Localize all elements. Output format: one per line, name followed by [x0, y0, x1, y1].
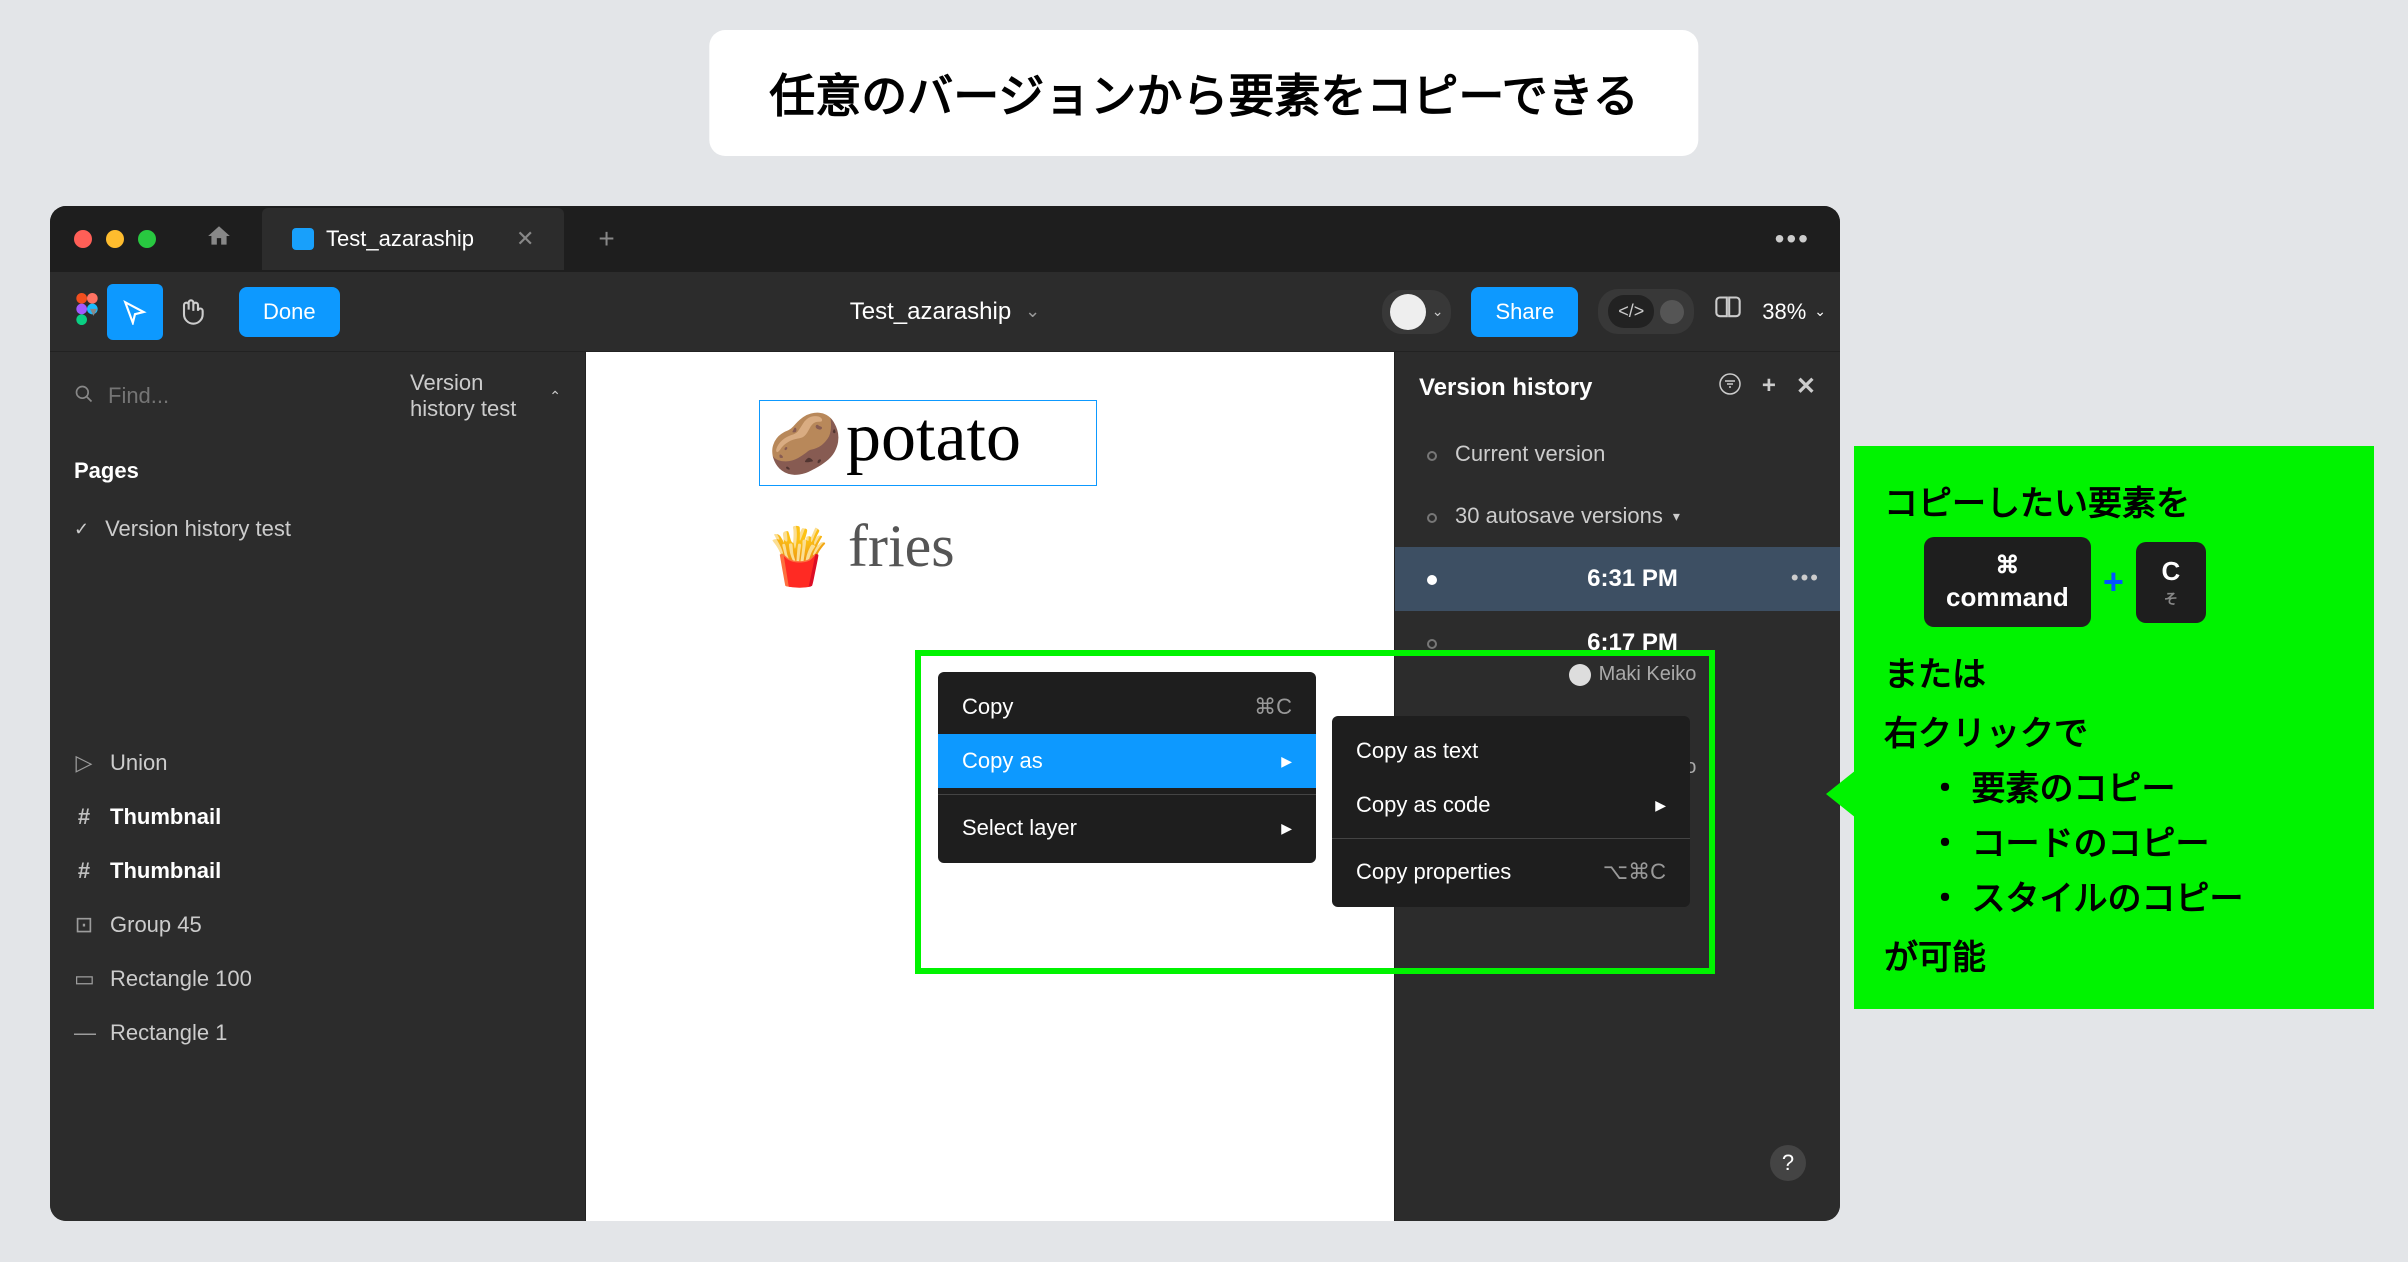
layer-item[interactable]: ▷Union — [50, 736, 585, 790]
chevron-down-icon: ▾ — [1673, 508, 1680, 525]
document-tab[interactable]: Test_azaraship ✕ — [262, 208, 564, 270]
home-button[interactable] — [186, 211, 252, 268]
fries-text: fries — [848, 512, 955, 581]
new-tab-button[interactable]: + — [584, 223, 628, 255]
fries-emoji: 🍟 — [764, 524, 834, 590]
document-icon — [292, 228, 314, 250]
plus-icon: + — [2103, 561, 2124, 603]
chevron-down-icon: ⌄ — [1432, 303, 1444, 320]
more-icon[interactable]: ••• — [1791, 565, 1820, 591]
move-tool[interactable] — [107, 284, 163, 340]
panel-title: Version history — [1419, 374, 1592, 402]
layer-item[interactable]: #Thumbnail — [50, 844, 585, 898]
menu-item[interactable]: Copy as▶ — [938, 734, 1316, 788]
menu-item[interactable]: Select layer▶ — [938, 801, 1316, 855]
zoom-menu[interactable]: 38% ⌄ — [1762, 299, 1826, 325]
page-selector[interactable]: Version history test ⌃ — [410, 370, 561, 422]
document-title[interactable]: Test_azaraship ⌄ — [850, 298, 1041, 326]
menu-item[interactable]: Copy as code▶ — [1332, 778, 1690, 832]
share-button[interactable]: Share — [1471, 287, 1578, 337]
tab-label: Test_azaraship — [326, 226, 474, 252]
menu-item[interactable]: Copy⌘C — [938, 680, 1316, 734]
pages-label: Pages — [50, 440, 585, 502]
toolbar: ▾ Done Test_azaraship ⌄ ⌄ Share </> — [50, 272, 1840, 352]
layer-item[interactable]: ▭Rectangle 100 — [50, 952, 585, 1006]
dev-mode-toggle[interactable]: </> — [1598, 289, 1694, 334]
copy-as-submenu: Copy as textCopy as code▶ Copy properties… — [1332, 716, 1690, 907]
title-callout: 任意のバージョンから要素をコピーできる — [709, 30, 1698, 156]
search-icon — [74, 384, 94, 409]
toggle-off-icon — [1660, 300, 1684, 324]
chevron-down-icon: ⌄ — [1814, 303, 1826, 320]
chevron-up-icon: ⌃ — [549, 388, 561, 405]
code-icon: </> — [1608, 295, 1654, 328]
layer-type-icon: ▷ — [74, 750, 94, 776]
layer-item[interactable]: #Thumbnail — [50, 790, 585, 844]
chevron-down-icon: ⌄ — [1025, 301, 1040, 322]
layer-item[interactable]: ⊡Group 45 — [50, 898, 585, 952]
version-item[interactable]: 6:31 PM••• — [1395, 547, 1840, 611]
context-menu: Copy⌘CCopy as▶ Select layer▶ — [938, 672, 1316, 863]
avatar — [1569, 664, 1591, 686]
potato-emoji: 🥔 — [768, 408, 843, 479]
traffic-lights — [60, 230, 156, 248]
filter-icon[interactable] — [1718, 372, 1742, 403]
maximize-window-icon[interactable] — [138, 230, 156, 248]
version-dot-icon — [1427, 639, 1437, 649]
close-icon[interactable]: ✕ — [1796, 372, 1816, 403]
layer-type-icon: ⊡ — [74, 912, 94, 938]
version-dot-icon — [1427, 575, 1437, 585]
menu-item[interactable]: Copy properties⌥⌘C — [1332, 845, 1690, 899]
left-panel: Version history test ⌃ Pages ✓ Version h… — [50, 352, 586, 1221]
version-item[interactable]: Current version — [1395, 423, 1840, 485]
title-bar: Test_azaraship ✕ + ••• — [50, 206, 1840, 272]
avatar — [1390, 294, 1426, 330]
annotation-callout: コピーしたい要素を ⌘ command + C そ または 右クリックで ・ 要… — [1854, 446, 2374, 1009]
done-button[interactable]: Done — [239, 287, 340, 337]
version-item[interactable]: 6:17 PMMaki Keiko — [1395, 611, 1840, 704]
menu-item[interactable]: Copy as text — [1332, 724, 1690, 778]
command-key: ⌘ command — [1924, 537, 2091, 627]
chevron-right-icon: ▶ — [1281, 753, 1292, 770]
add-icon[interactable]: + — [1762, 372, 1776, 403]
page-item[interactable]: ✓ Version history test — [50, 502, 585, 556]
version-dot-icon — [1427, 513, 1437, 523]
potato-text: potato — [846, 398, 1021, 478]
search-input[interactable] — [108, 383, 396, 409]
library-icon[interactable] — [1714, 294, 1742, 329]
layer-item[interactable]: —Rectangle 1 — [50, 1006, 585, 1060]
check-icon: ✓ — [74, 519, 89, 540]
layer-type-icon: # — [74, 858, 94, 884]
chevron-right-icon: ▶ — [1281, 820, 1292, 837]
minimize-window-icon[interactable] — [106, 230, 124, 248]
hand-tool[interactable] — [163, 284, 219, 340]
version-item[interactable]: 30 autosave versions ▾ — [1395, 485, 1840, 547]
help-button[interactable]: ? — [1770, 1145, 1806, 1181]
window-more-icon[interactable]: ••• — [1775, 223, 1810, 255]
layer-type-icon: — — [74, 1020, 94, 1046]
c-key: C そ — [2136, 542, 2206, 623]
layer-type-icon: ▭ — [74, 966, 94, 992]
user-menu[interactable]: ⌄ — [1382, 290, 1452, 334]
version-dot-icon — [1427, 451, 1437, 461]
chevron-down-icon[interactable]: ▾ — [90, 303, 97, 320]
close-tab-icon[interactable]: ✕ — [516, 226, 534, 252]
close-window-icon[interactable] — [74, 230, 92, 248]
layer-type-icon: # — [74, 804, 94, 830]
chevron-right-icon: ▶ — [1655, 797, 1666, 814]
